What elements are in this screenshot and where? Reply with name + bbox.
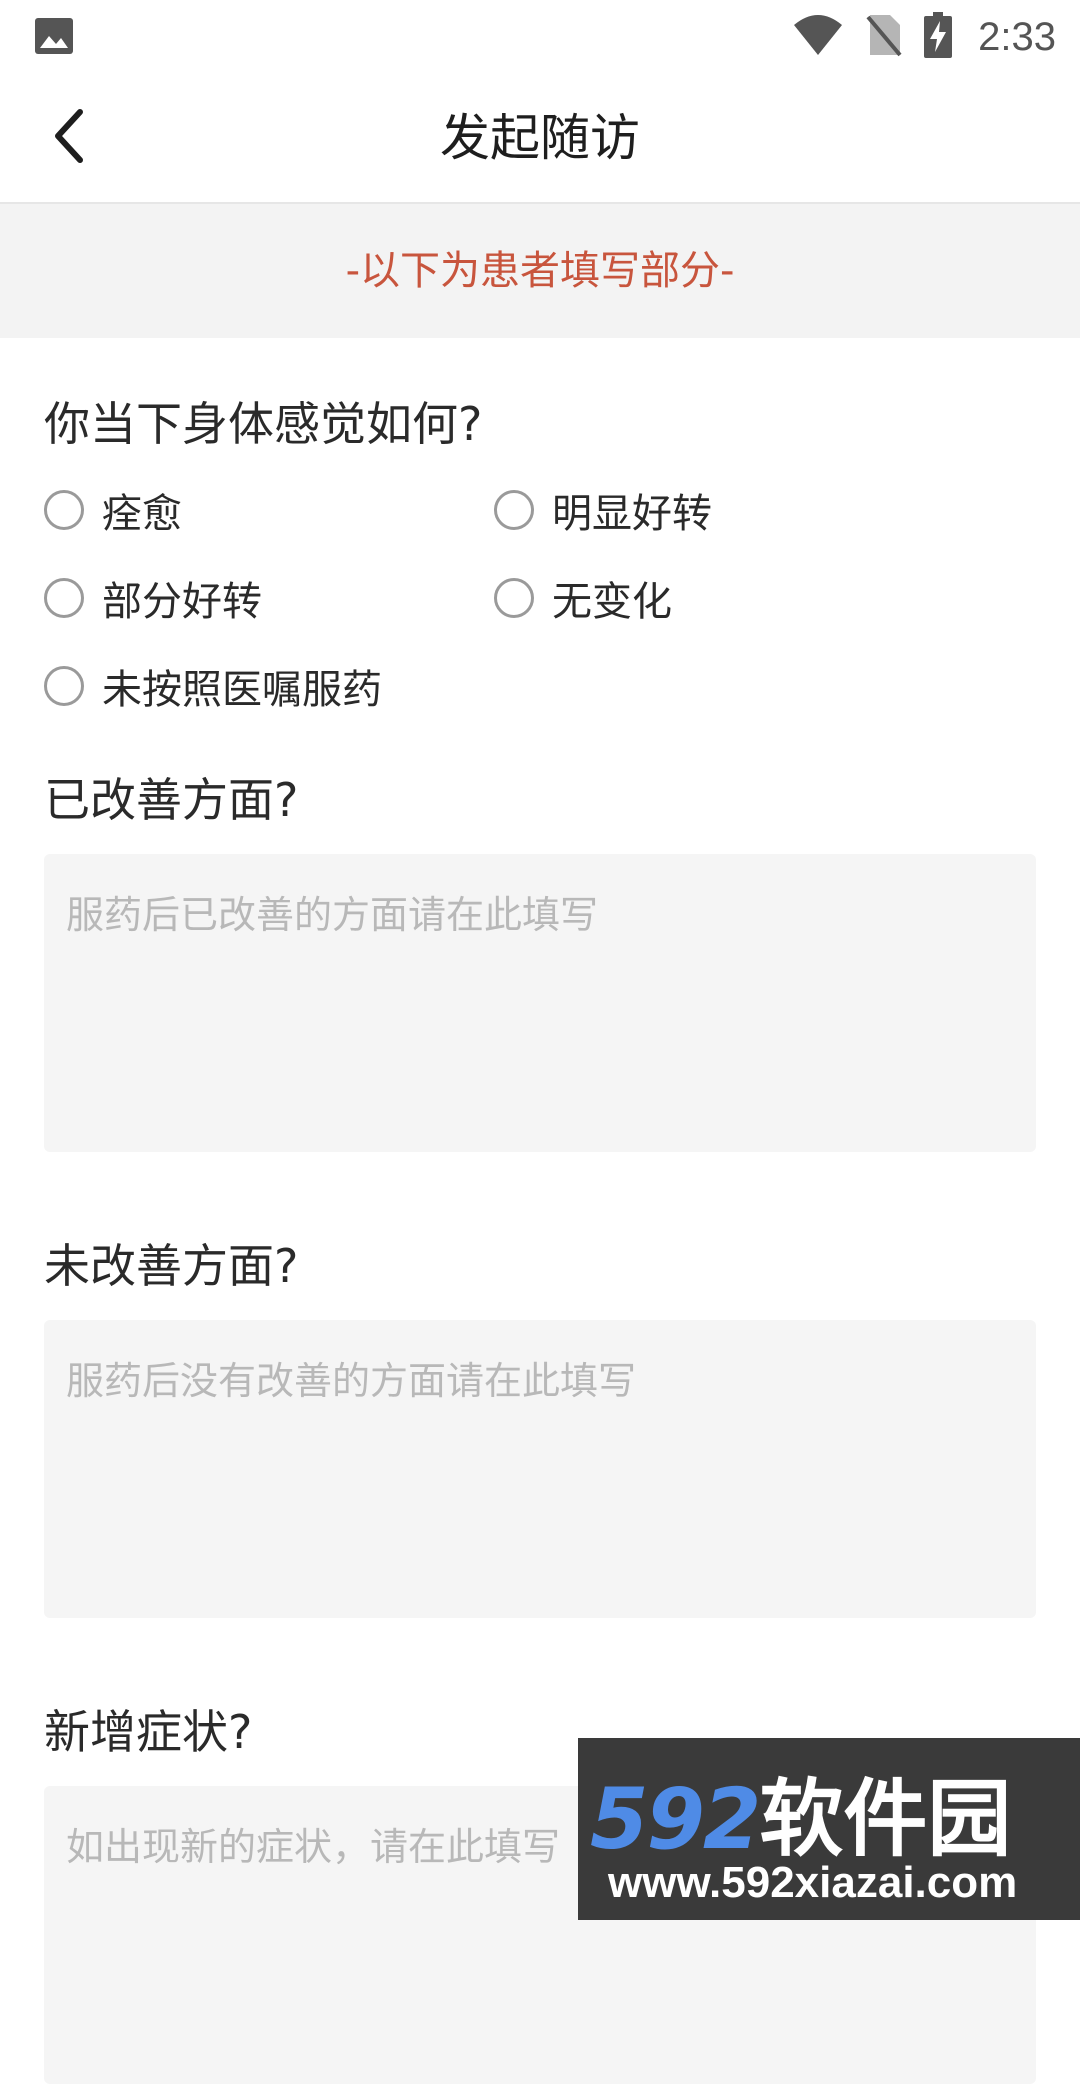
question-improved-aspects: 已改善方面?: [44, 773, 299, 827]
watermark: 592软件园 www.592xiazai.com: [578, 1738, 1080, 1920]
unimproved-aspects-input[interactable]: [44, 1320, 1036, 1618]
radio-option-significantly-better[interactable]: 明显好转: [494, 480, 712, 540]
radio-option-partially-better[interactable]: 部分好转: [44, 568, 262, 628]
radio-label: 无变化: [552, 579, 672, 625]
app-bar: 发起随访: [0, 74, 1080, 204]
radio-circle[interactable]: [44, 490, 84, 530]
watermark-logo: 592软件园: [590, 1752, 1011, 1873]
radio-circle[interactable]: [494, 578, 534, 618]
wifi-icon: [792, 13, 844, 61]
status-time: 2:33: [978, 14, 1056, 59]
chevron-left-icon: [50, 108, 90, 168]
question-body-feeling: 你当下身体感觉如何?: [44, 397, 483, 451]
radio-option-not-following-prescription[interactable]: 未按照医嘱服药: [44, 656, 382, 716]
question-unimproved-aspects: 未改善方面?: [44, 1239, 299, 1293]
radio-label: 部分好转: [102, 579, 262, 625]
radio-label: 痊愈: [102, 491, 182, 537]
radio-option-no-change[interactable]: 无变化: [494, 568, 672, 628]
radio-label: 明显好转: [552, 491, 712, 537]
page-title: 发起随访: [440, 109, 640, 167]
gallery-icon: [34, 17, 74, 55]
improved-aspects-input[interactable]: [44, 854, 1036, 1152]
status-bar: 2:33: [0, 0, 1080, 74]
battery-charging-icon: [924, 12, 953, 62]
question-new-symptoms: 新增症状?: [44, 1705, 253, 1759]
no-sim-icon: [866, 13, 902, 61]
status-icons: 2:33: [792, 0, 1056, 74]
back-button[interactable]: [30, 98, 110, 178]
watermark-url: www.592xiazai.com: [608, 1858, 1018, 1907]
section-banner: -以下为患者填写部分-: [0, 204, 1080, 338]
radio-label: 未按照医嘱服药: [102, 667, 382, 713]
radio-circle[interactable]: [494, 490, 534, 530]
watermark-logo-digits: 592: [590, 1770, 761, 1868]
radio-option-cured[interactable]: 痊愈: [44, 480, 182, 540]
radio-circle[interactable]: [44, 578, 84, 618]
radio-circle[interactable]: [44, 666, 84, 706]
watermark-logo-text: 软件园: [759, 1770, 1012, 1868]
